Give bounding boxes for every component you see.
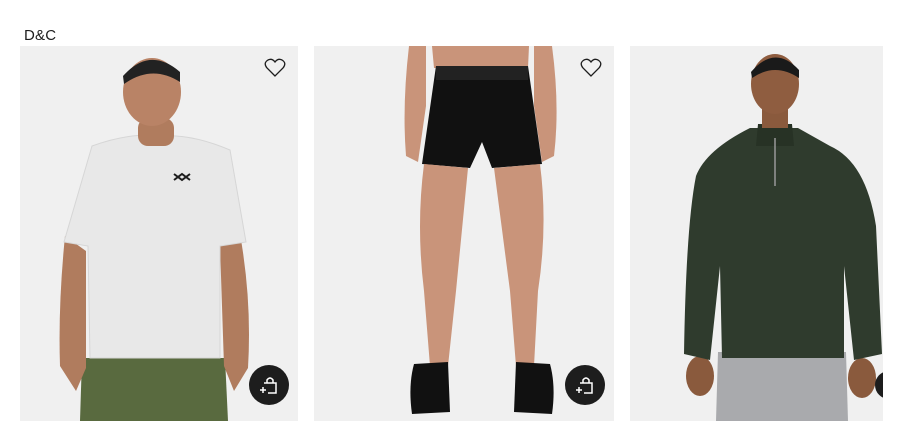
wishlist-heart-icon[interactable] bbox=[580, 58, 602, 78]
quick-add-bag-icon[interactable] bbox=[249, 365, 289, 405]
product-card-green-quarter-zip[interactable] bbox=[630, 46, 883, 421]
product-image[interactable] bbox=[630, 46, 883, 421]
product-image[interactable] bbox=[314, 46, 614, 421]
product-image[interactable] bbox=[20, 46, 298, 421]
product-card-grey-tee[interactable] bbox=[20, 46, 298, 421]
wishlist-heart-icon[interactable] bbox=[264, 58, 286, 78]
product-card-black-shorts[interactable] bbox=[314, 46, 614, 421]
brand-label: D&C bbox=[24, 27, 57, 44]
quick-add-bag-icon[interactable] bbox=[565, 365, 605, 405]
